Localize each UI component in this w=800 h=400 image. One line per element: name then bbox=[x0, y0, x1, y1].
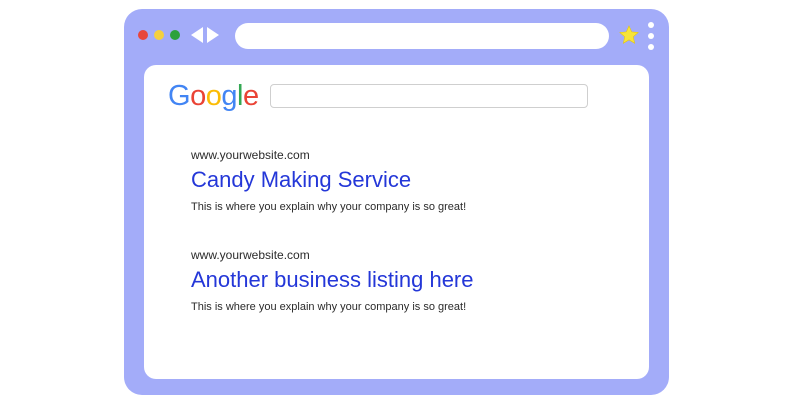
search-input[interactable] bbox=[270, 84, 588, 108]
result-description: This is where you explain why your compa… bbox=[191, 301, 467, 313]
address-bar[interactable] bbox=[235, 23, 609, 49]
result-description: This is where you explain why your compa… bbox=[191, 201, 467, 213]
browser-window: Google www.yourwebsite.com Candy Making … bbox=[124, 9, 669, 395]
google-logo: Google bbox=[168, 80, 259, 112]
kebab-menu-icon[interactable] bbox=[647, 22, 655, 50]
result-url: www.yourwebsite.com bbox=[191, 248, 310, 262]
navigation-arrows bbox=[191, 27, 219, 43]
window-controls bbox=[138, 30, 180, 40]
close-window-button[interactable] bbox=[138, 30, 148, 40]
result-title-link[interactable]: Another business listing here bbox=[191, 265, 474, 295]
forward-arrow-icon[interactable] bbox=[207, 27, 219, 43]
minimize-window-button[interactable] bbox=[154, 30, 164, 40]
result-url: www.yourwebsite.com bbox=[191, 148, 310, 162]
web-page: Google www.yourwebsite.com Candy Making … bbox=[144, 65, 649, 379]
maximize-window-button[interactable] bbox=[170, 30, 180, 40]
search-result: www.yourwebsite.com Candy Making Service… bbox=[191, 147, 466, 215]
search-result: www.yourwebsite.com Another business lis… bbox=[191, 247, 474, 315]
result-title-link[interactable]: Candy Making Service bbox=[191, 165, 466, 195]
back-arrow-icon[interactable] bbox=[191, 27, 203, 43]
star-icon[interactable] bbox=[618, 24, 640, 46]
